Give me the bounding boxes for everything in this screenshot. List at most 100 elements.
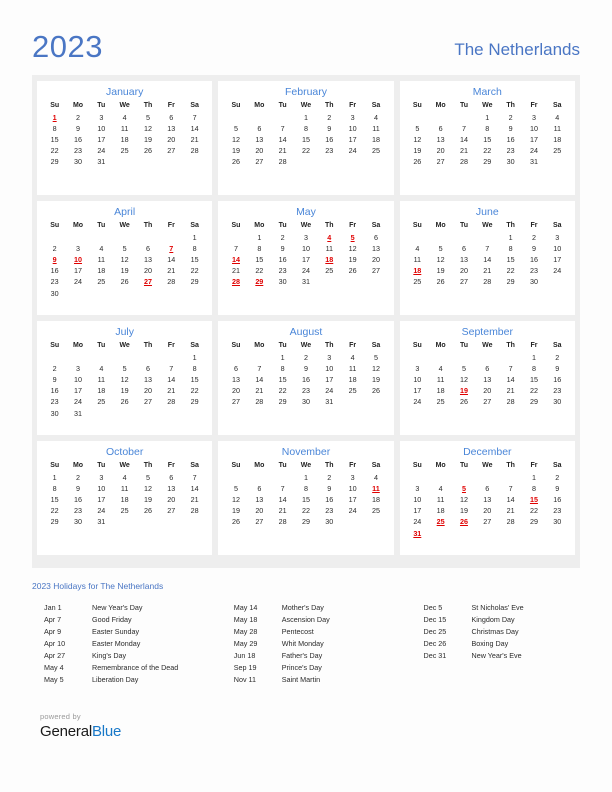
day-cell: 17 [348, 494, 357, 504]
day-cell: 17 [301, 254, 310, 264]
day-cell: 16 [325, 494, 334, 504]
weekday-header-th: Th [506, 462, 515, 469]
day-cell: 20 [483, 386, 492, 396]
day-cell: 5 [122, 243, 127, 253]
day-cell: 27 [255, 157, 264, 167]
day-cell: 3 [75, 363, 80, 373]
day-cell: 3 [350, 112, 355, 122]
day-cell-holiday: 26 [459, 517, 468, 527]
day-cell: 22 [278, 386, 287, 396]
week-row: 26 27 28 29 30 31 [406, 157, 569, 168]
holiday-date: Dec 15 [423, 615, 447, 624]
day-cell: 6 [169, 472, 174, 482]
day-cell: 12 [459, 374, 468, 384]
weekday-header-mo: Mo [254, 102, 265, 109]
day-cell: 2 [75, 472, 80, 482]
day-cell: 20 [167, 494, 176, 504]
holiday-date: May 14 [233, 603, 258, 612]
day-cell: 24 [348, 506, 357, 516]
day-cell: 14 [190, 123, 199, 133]
day-cell: 10 [73, 374, 82, 384]
day-cell-empty [341, 277, 364, 288]
day-cell-empty [476, 528, 499, 539]
day-cell: 25 [97, 397, 106, 407]
weekday-header-fr: Fr [167, 462, 175, 469]
day-cell: 11 [120, 483, 129, 493]
day-cell-empty [248, 112, 271, 123]
day-cell-empty [271, 472, 294, 483]
day-cell: 26 [371, 386, 380, 396]
month-day-grid: Su Mo Tu We Th Fr Sa 1 2 3 4 5 6 7 8 9 10 11 12 13 14 15 16 17 1… [43, 460, 206, 528]
holiday-list-item: Dec 31 New Year's Eve [424, 650, 581, 662]
month-title: April [114, 206, 136, 218]
holiday-name: Mother's Day [281, 603, 324, 612]
day-cell: 9 [280, 243, 285, 253]
day-cell: 2 [327, 472, 332, 482]
day-cell-empty [224, 112, 247, 123]
day-cell: 14 [278, 494, 287, 504]
day-cell: 27 [167, 146, 176, 156]
day-cell-holiday: 18 [325, 254, 334, 264]
day-cell: 26 [413, 157, 422, 167]
day-cell-empty [429, 528, 452, 539]
weekday-header-sa: Sa [553, 222, 562, 229]
week-row: 17 18 19 20 21 22 23 [406, 386, 569, 397]
day-cell: 2 [555, 472, 560, 482]
week-row: 17 18 19 20 21 22 23 [406, 506, 569, 517]
week-row: 5 6 7 8 9 10 11 [406, 123, 569, 134]
day-cell-empty [318, 277, 341, 288]
day-cell: 21 [167, 266, 176, 276]
holiday-column-1: Jan 1 New Year's Day Apr 7 Good Friday Apr 9… [44, 602, 234, 686]
month-day-grid: Su Mo Tu We Th Fr Sa 1 2 3 4 5 6 7 8 9 10 11 12 13 14 15 16 17… [43, 340, 206, 419]
weekday-header-we: We [482, 102, 493, 109]
day-cell: 1 [303, 472, 308, 482]
weekday-header-fr: Fr [530, 462, 538, 469]
week-row: 20 21 22 23 24 25 26 [224, 386, 387, 397]
day-cell: 7 [485, 243, 490, 253]
day-cell: 13 [255, 494, 264, 504]
day-cell: 3 [555, 232, 560, 242]
day-cell: 21 [278, 506, 287, 516]
day-cell-holiday: 28 [231, 277, 240, 287]
day-cell-empty [113, 352, 136, 363]
day-cell-empty [294, 157, 317, 168]
day-cell: 29 [278, 397, 287, 407]
holiday-name: Boxing Day [471, 639, 509, 648]
weekday-header-we: We [300, 102, 312, 109]
day-cell: 13 [436, 134, 445, 144]
weekday-header-sa: Sa [371, 342, 381, 349]
day-cell: 2 [327, 112, 332, 122]
day-cell: 6 [257, 483, 262, 493]
day-cell: 15 [483, 134, 492, 144]
day-cell: 1 [485, 112, 490, 122]
week-row: 25 26 27 28 29 30 [406, 277, 569, 288]
month-title: June [475, 206, 499, 218]
holidays-columns: Jan 1 New Year's Day Apr 7 Good Friday Apr 9… [32, 602, 580, 686]
week-row: 1 [43, 352, 206, 363]
day-cell-empty [136, 157, 159, 168]
week-row: 24 25 26 27 28 29 30 [406, 517, 569, 528]
weekday-header-we: We [119, 462, 130, 469]
day-cell: 29 [50, 157, 59, 167]
day-cell: 8 [531, 483, 536, 493]
holiday-date: Apr 9 [44, 627, 62, 636]
day-cell: 16 [506, 134, 515, 144]
week-row: 5 6 7 8 9 10 11 [224, 483, 387, 494]
day-cell: 12 [413, 134, 422, 144]
day-cell: 3 [99, 112, 104, 122]
weekday-header-row: Su Mo Tu We Th Fr Sa [43, 340, 206, 352]
weekday-header-th: Th [143, 342, 153, 349]
weekday-header-mo: Mo [254, 342, 265, 349]
day-cell-empty [113, 517, 136, 528]
weekday-header-tu: Tu [459, 102, 468, 109]
month-card-july: July Su Mo Tu We Th Fr Sa 1 2 3 4 5 6 7 8 9 10 11 12 13 14 15… [37, 321, 213, 435]
day-cell: 30 [553, 517, 562, 527]
day-cell: 1 [192, 352, 197, 362]
day-cell: 13 [143, 374, 152, 384]
weekday-header-su: Su [50, 342, 60, 349]
day-cell: 7 [280, 123, 285, 133]
day-cell: 15 [50, 134, 59, 144]
day-cell: 5 [373, 352, 378, 362]
weekday-header-mo: Mo [254, 462, 265, 469]
day-cell: 1 [508, 232, 513, 242]
